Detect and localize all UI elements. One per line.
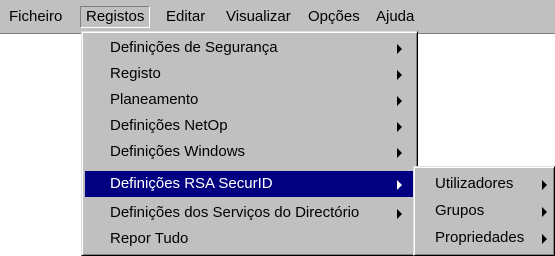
submenu-arrow-icon [397, 122, 402, 132]
menu-opcoes[interactable]: Opções [303, 6, 365, 28]
menu-item-label: Registo [110, 65, 161, 82]
menu-editar[interactable]: Editar [161, 6, 210, 28]
submenu-arrow-icon [542, 180, 547, 190]
submenu-item-grupos[interactable]: Grupos [417, 198, 551, 224]
submenu-arrow-icon [542, 207, 547, 217]
registos-dropdown: Definições de Segurança Registo Planeame… [81, 31, 418, 256]
menu-item-planeamento[interactable]: Planeamento [85, 87, 414, 113]
menu-registos[interactable]: Registos [80, 6, 151, 28]
menu-item-registo[interactable]: Registo [85, 61, 414, 87]
menu-bar: Ficheiro Registos Editar Visualizar Opçõ… [0, 0, 555, 34]
submenu-arrow-icon [397, 148, 402, 158]
menu-item-label: Propriedades [435, 229, 525, 246]
menu-item-definicoes-rsa-securid[interactable]: Definições RSA SecurID [85, 171, 414, 197]
menu-item-definicoes-seguranca[interactable]: Definições de Segurança [85, 35, 414, 61]
menu-item-label: Planeamento [110, 91, 199, 108]
submenu-arrow-icon [397, 44, 402, 54]
submenu-arrow-icon [397, 70, 402, 80]
submenu-arrow-icon [397, 96, 402, 106]
menu-ficheiro[interactable]: Ficheiro [4, 6, 67, 28]
menu-item-label: Definições dos Serviços do Directório [110, 204, 360, 221]
submenu-arrow-icon [542, 234, 547, 244]
submenu-item-propriedades[interactable]: Propriedades [417, 225, 551, 251]
submenu-arrow-icon [397, 209, 402, 219]
menu-item-definicoes-netop[interactable]: Definições NetOp [85, 113, 414, 139]
submenu-item-utilizadores[interactable]: Utilizadores [417, 171, 551, 197]
menu-item-repor-tudo[interactable]: Repor Tudo [85, 226, 414, 252]
menu-item-label: Definições de Segurança [110, 39, 278, 56]
submenu-arrow-icon [397, 180, 402, 190]
menu-item-label: Definições NetOp [110, 117, 228, 134]
menu-ajuda[interactable]: Ajuda [371, 6, 419, 28]
menu-visualizar[interactable]: Visualizar [221, 6, 296, 28]
menu-item-label: Definições RSA SecurID [110, 175, 273, 192]
menu-item-label: Definições Windows [110, 143, 246, 160]
menu-item-label: Repor Tudo [110, 230, 189, 247]
securid-submenu: Utilizadores Grupos Propriedades [413, 166, 555, 256]
menu-item-label: Grupos [435, 202, 485, 219]
menu-item-definicoes-windows[interactable]: Definições Windows [85, 139, 414, 165]
menu-item-definicoes-servicos-directorio[interactable]: Definições dos Serviços do Directório [85, 200, 414, 226]
menu-item-label: Utilizadores [435, 175, 514, 192]
